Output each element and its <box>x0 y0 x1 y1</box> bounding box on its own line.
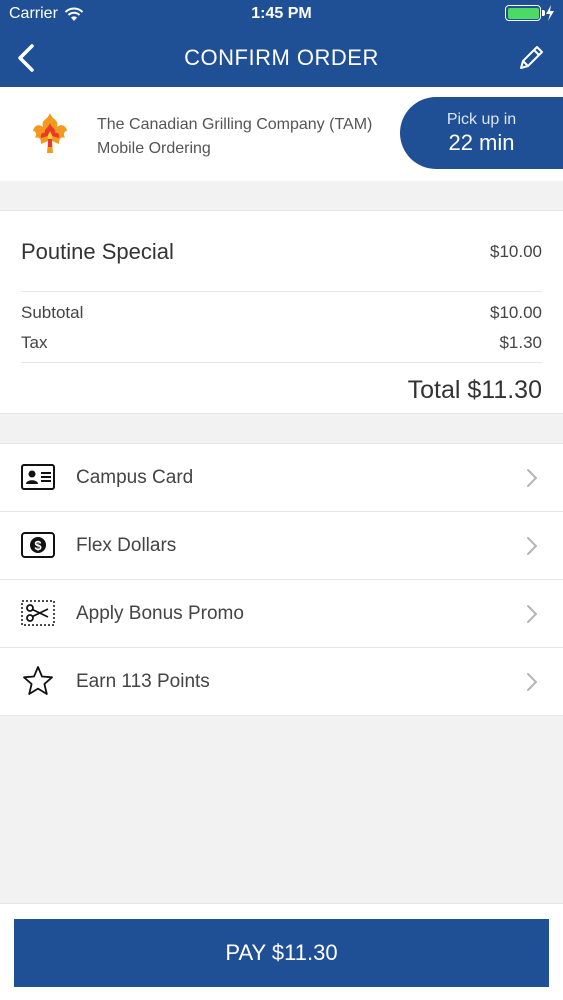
restaurant-subtitle: Mobile Ordering <box>97 140 211 157</box>
option-label: Apply Bonus Promo <box>76 603 244 624</box>
restaurant-logo <box>33 113 67 153</box>
order-summary: Poutine Special $10.00 Subtotal $10.00 T… <box>0 210 563 414</box>
chevron-right-icon <box>527 605 538 623</box>
pencil-icon <box>520 46 543 69</box>
option-label: Flex Dollars <box>76 535 177 556</box>
coupon-scissors-icon <box>20 597 56 629</box>
restaurant-info: The Canadian Grilling Company (TAM) Mobi… <box>97 113 372 161</box>
order-item-name: Poutine Special <box>21 239 174 264</box>
dollar-bill-icon: $ <box>20 529 56 561</box>
edit-order-button[interactable] <box>513 40 549 76</box>
header: Carrier 1:45 PM CONFIRM ORDER <box>0 0 563 87</box>
option-label: Earn 113 Points <box>76 671 210 692</box>
battery-icon <box>505 5 545 21</box>
pickup-time: 22 min <box>448 130 515 155</box>
status-bar: Carrier 1:45 PM <box>0 0 563 30</box>
tax-label: Tax <box>21 333 48 352</box>
payment-options-list: Campus Card $ Flex Dollars Apply Bonus P… <box>0 443 563 716</box>
subtotal-value: $10.00 <box>490 303 542 322</box>
clock: 1:45 PM <box>251 5 312 22</box>
bottom-bar: PAY $11.30 <box>0 903 563 1000</box>
chevron-right-icon <box>527 673 538 691</box>
option-flex-dollars[interactable]: $ Flex Dollars <box>0 512 563 580</box>
divider <box>21 291 542 292</box>
charging-bolt-icon <box>546 5 554 21</box>
chevron-right-icon <box>527 537 538 555</box>
subtotal-label: Subtotal <box>21 303 84 322</box>
page-title: CONFIRM ORDER <box>184 45 379 70</box>
restaurant-name: The Canadian Grilling Company (TAM) <box>97 116 373 133</box>
option-label: Campus Card <box>76 467 194 488</box>
order-item-price: $10.00 <box>490 242 542 261</box>
restaurant-header: The Canadian Grilling Company (TAM) Mobi… <box>0 87 563 181</box>
order-total: Total $11.30 <box>407 376 542 404</box>
divider <box>21 362 542 363</box>
chevron-right-icon <box>527 469 538 487</box>
nav-bar: CONFIRM ORDER <box>0 30 563 87</box>
battery-status <box>505 5 555 21</box>
pay-button[interactable]: PAY $11.30 <box>14 919 549 987</box>
option-campus-card[interactable]: Campus Card <box>0 444 563 512</box>
id-card-icon <box>20 461 56 493</box>
pickup-time-badge: Pick up in 22 min <box>400 97 563 169</box>
star-icon <box>20 665 56 697</box>
option-earn-points[interactable]: Earn 113 Points <box>0 648 563 716</box>
svg-text:$: $ <box>34 538 42 553</box>
option-bonus-promo[interactable]: Apply Bonus Promo <box>0 580 563 648</box>
tax-value: $1.30 <box>499 333 542 352</box>
pickup-label: Pick up in <box>446 111 517 128</box>
